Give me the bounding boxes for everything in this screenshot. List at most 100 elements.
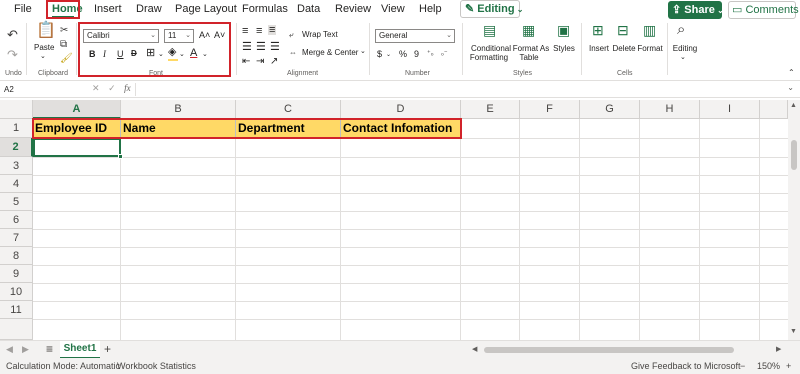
tab-help[interactable]: Help: [419, 3, 442, 15]
tab-review[interactable]: Review: [335, 3, 371, 15]
formula-bar: A2 ✕ ✓ fx ⌄: [0, 81, 800, 98]
add-sheet-button[interactable]: +: [104, 342, 111, 356]
cut-icon[interactable]: ✂: [60, 24, 68, 37]
align-top-icon[interactable]: ≡: [242, 26, 248, 37]
magnifier-icon: ⌕: [677, 21, 686, 38]
currency-button[interactable]: $: [377, 49, 382, 59]
tab-formulas[interactable]: Formulas: [242, 3, 288, 15]
formula-input[interactable]: [140, 83, 780, 96]
active-cell-a2[interactable]: [33, 138, 121, 157]
orientation-icon[interactable]: ↗: [270, 57, 278, 67]
decrease-indent-icon[interactable]: ⇤: [242, 57, 250, 67]
scroll-left-icon[interactable]: ◀: [472, 345, 477, 353]
delete-cells-label: Delete: [612, 44, 636, 53]
row-header-5[interactable]: 5: [0, 193, 33, 211]
next-sheet-icon[interactable]: ▶: [22, 344, 29, 355]
undo-icon[interactable]: ↶: [7, 28, 18, 41]
fill-handle[interactable]: [118, 154, 123, 159]
zoom-in-button[interactable]: +: [786, 361, 791, 371]
header-row-highlight: [32, 118, 462, 139]
format-painter-icon[interactable]: 🖌: [60, 52, 73, 65]
chevron-down-icon: ⌄: [40, 53, 46, 60]
ribbon-collapse-icon[interactable]: ⌃: [788, 66, 795, 79]
column-header-a[interactable]: A: [33, 100, 121, 119]
row-header-10[interactable]: 10: [0, 283, 33, 301]
align-middle-icon[interactable]: ≡: [256, 26, 262, 37]
align-left-icon[interactable]: ☰: [242, 42, 252, 53]
horizontal-scrollbar[interactable]: ◀ ▶: [470, 345, 786, 355]
tab-data[interactable]: Data: [297, 3, 320, 15]
scroll-right-icon[interactable]: ▶: [776, 345, 781, 353]
number-format-select[interactable]: General ⌄: [375, 29, 455, 43]
chevron-down-icon[interactable]: ⌄: [787, 83, 794, 92]
name-box[interactable]: A2: [2, 83, 90, 96]
vertical-scrollbar[interactable]: ▲ ▼: [788, 100, 800, 340]
column-header-next[interactable]: [760, 100, 788, 119]
row-header-9[interactable]: 9: [0, 265, 33, 283]
cancel-icon[interactable]: ✕: [92, 83, 100, 93]
column-header-g[interactable]: G: [580, 100, 640, 119]
redo-icon[interactable]: ↷: [7, 48, 18, 61]
feedback-link[interactable]: Give Feedback to Microsoft: [631, 361, 741, 371]
column-header-f[interactable]: F: [520, 100, 580, 119]
zoom-out-button[interactable]: −: [740, 361, 745, 371]
gridline: [33, 175, 788, 176]
workbook-statistics-link[interactable]: Workbook Statistics: [117, 361, 196, 371]
row-header-4[interactable]: 4: [0, 175, 33, 193]
row-header-8[interactable]: 8: [0, 247, 33, 265]
column-header-d[interactable]: D: [341, 100, 461, 119]
prev-sheet-icon[interactable]: ◀: [6, 344, 13, 355]
scroll-thumb[interactable]: [791, 140, 797, 170]
all-sheets-menu-icon[interactable]: ≡: [46, 342, 53, 356]
scroll-down-icon[interactable]: ▼: [790, 328, 797, 335]
fx-icon[interactable]: fx: [124, 83, 131, 93]
zoom-level[interactable]: 150%: [757, 361, 780, 371]
comment-icon: ▭: [732, 4, 746, 16]
column-header-c[interactable]: C: [236, 100, 341, 119]
select-all-corner[interactable]: [0, 100, 33, 119]
increase-decimal-icon[interactable]: ⁺₀: [427, 49, 434, 59]
percent-button[interactable]: %: [399, 49, 407, 59]
tab-file[interactable]: File: [14, 3, 32, 15]
comments-button[interactable]: ▭ Comments: [728, 1, 799, 19]
scroll-thumb[interactable]: [484, 347, 734, 353]
column-header-b[interactable]: B: [121, 100, 236, 119]
row-header-3[interactable]: 3: [0, 157, 33, 175]
row-header-12[interactable]: [0, 319, 33, 340]
comma-button[interactable]: 9: [414, 49, 419, 59]
column-header-e[interactable]: E: [461, 100, 520, 119]
tab-view[interactable]: View: [381, 3, 405, 15]
gridline: [639, 119, 640, 340]
increase-indent-icon[interactable]: ⇥: [256, 57, 264, 67]
sheet-tab-sheet1[interactable]: Sheet1: [60, 341, 100, 359]
gridline: [33, 211, 788, 212]
format-cells-label: Format: [637, 44, 663, 53]
column-header-i[interactable]: I: [700, 100, 760, 119]
chevron-down-icon[interactable]: ⌄: [386, 50, 391, 60]
tab-insert[interactable]: Insert: [94, 3, 122, 15]
share-button[interactable]: ⇪ Share ⌄: [668, 1, 724, 19]
enter-icon[interactable]: ✓: [108, 83, 116, 93]
scroll-up-icon[interactable]: ▲: [790, 102, 797, 109]
align-right-icon[interactable]: ☰: [270, 42, 280, 53]
editing-mode-button[interactable]: ✎ Editing ⌄: [460, 0, 524, 18]
align-center-icon[interactable]: ☰: [256, 42, 266, 53]
row-header-1[interactable]: 1: [0, 119, 33, 138]
tab-draw[interactable]: Draw: [136, 3, 162, 15]
row-header-7[interactable]: 7: [0, 229, 33, 247]
copy-icon[interactable]: ⧉: [60, 38, 67, 51]
gridline: [235, 119, 236, 340]
decrease-decimal-icon[interactable]: ₀⁻: [441, 49, 448, 59]
divider: [135, 83, 136, 96]
gridline: [33, 319, 788, 320]
number-group-label: Number: [405, 70, 430, 77]
chevron-down-icon: ⌄: [514, 5, 524, 14]
row-header-6[interactable]: 6: [0, 211, 33, 229]
row-header-11[interactable]: 11: [0, 301, 33, 319]
row-header-2[interactable]: 2: [0, 138, 33, 157]
align-bottom-icon[interactable]: ≡: [268, 25, 277, 36]
tab-page-layout[interactable]: Page Layout: [175, 3, 237, 15]
column-header-h[interactable]: H: [640, 100, 700, 119]
merge-icon: ⇔: [289, 48, 297, 57]
divider: [369, 23, 370, 75]
